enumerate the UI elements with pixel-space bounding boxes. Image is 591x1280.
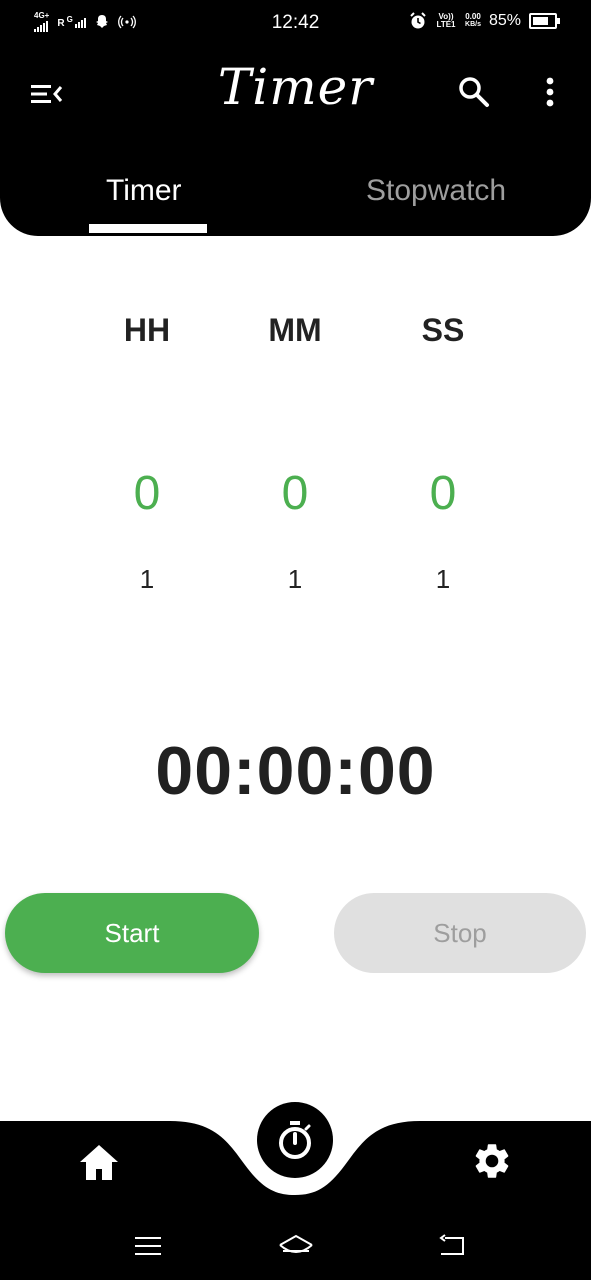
- seconds-label: SS: [421, 312, 465, 348]
- stop-button[interactable]: Stop: [334, 893, 586, 973]
- data-speed-unit: KB/s: [465, 21, 481, 28]
- more-options-button[interactable]: [530, 70, 570, 114]
- search-button[interactable]: [452, 70, 496, 114]
- timer-display: 00:00:00: [155, 733, 436, 809]
- volte-indicator: Vo)) LTE1: [436, 12, 456, 29]
- minutes-next-value[interactable]: 1: [235, 564, 355, 595]
- system-navigation-bar: [0, 1212, 591, 1280]
- more-vert-icon: [546, 77, 554, 107]
- minutes-selected-value[interactable]: 0: [235, 466, 355, 521]
- timer-fab-button[interactable]: [257, 1102, 333, 1178]
- minutes-label: MM: [268, 312, 322, 348]
- app-header: 4G+ R G 12:42 Vo)) LTE1 0.00 KB/s 85% Ti…: [0, 0, 591, 236]
- alarm-icon: [410, 12, 426, 29]
- home-button[interactable]: [74, 1138, 124, 1186]
- battery-percent: 85%: [488, 12, 521, 29]
- recent-apps-button[interactable]: [130, 1228, 166, 1264]
- status-right: Vo)) LTE1 0.00 KB/s 85%: [409, 12, 560, 30]
- tab-timer[interactable]: Timer: [106, 174, 182, 208]
- start-button[interactable]: Start: [5, 893, 259, 973]
- battery-fill: [533, 17, 548, 25]
- home-icon: [80, 1145, 118, 1180]
- app-title: Timer: [217, 58, 374, 116]
- system-home-icon: [279, 1234, 313, 1253]
- status-bar: 4G+ R G 12:42 Vo)) LTE1 0.00 KB/s 85%: [0, 0, 591, 48]
- settings-button[interactable]: [468, 1137, 516, 1185]
- system-home-button[interactable]: [276, 1228, 316, 1264]
- data-speed-value: 0.00: [465, 12, 481, 21]
- seconds-next-value[interactable]: 1: [383, 564, 503, 595]
- stopwatch-icon: [279, 1121, 311, 1159]
- back-icon: [439, 1234, 464, 1255]
- search-icon: [459, 77, 489, 107]
- seconds-selected-value[interactable]: 0: [383, 466, 503, 521]
- battery-icon: [529, 13, 560, 29]
- tab-stopwatch[interactable]: Stopwatch: [366, 174, 506, 208]
- recent-apps-icon: [135, 1237, 161, 1255]
- hours-next-value[interactable]: 1: [87, 564, 207, 595]
- active-tab-indicator: [89, 224, 207, 233]
- gear-icon: [475, 1144, 509, 1178]
- hours-label: HH: [123, 312, 171, 348]
- data-speed: 0.00 KB/s: [465, 13, 481, 29]
- hours-selected-value[interactable]: 0: [87, 466, 207, 521]
- back-button[interactable]: [432, 1228, 472, 1264]
